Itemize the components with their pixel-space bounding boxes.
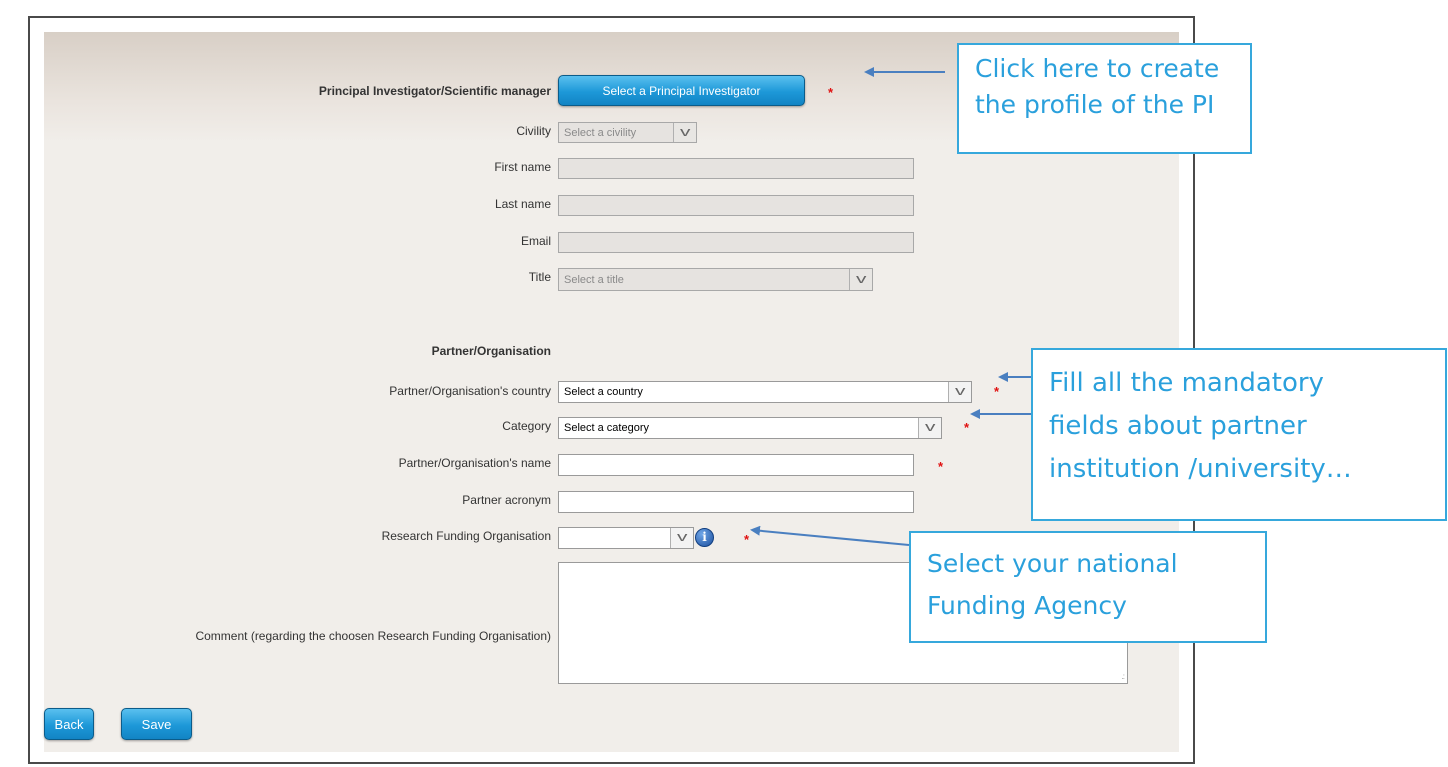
org-name-field[interactable] bbox=[558, 454, 914, 476]
callout-pi-line-2: the profile of the PI bbox=[975, 90, 1215, 119]
chevron-down-icon: v bbox=[670, 528, 693, 548]
save-button[interactable]: Save bbox=[121, 708, 192, 740]
email-field[interactable] bbox=[558, 232, 914, 253]
acronym-label: Partner acronym bbox=[462, 493, 551, 507]
email-label: Email bbox=[520, 234, 551, 248]
rfo-required-mark: * bbox=[744, 532, 750, 547]
category-value: Select a category bbox=[564, 422, 649, 434]
rfo-label: Research Funding Organisation bbox=[381, 529, 551, 543]
first-name-label: First name bbox=[494, 160, 551, 174]
comment-label: Comment (regarding the choosen Research … bbox=[195, 629, 551, 643]
country-select[interactable]: Select a country v bbox=[558, 381, 972, 403]
title-value: Select a title bbox=[564, 273, 624, 286]
chevron-down-icon: v bbox=[849, 269, 872, 290]
chevron-down-icon: v bbox=[948, 382, 971, 402]
callout-mandatory-fields: Fill all the mandatory fields about part… bbox=[1031, 348, 1447, 521]
org-name-label: Partner/Organisation's name bbox=[398, 456, 551, 470]
category-required-mark: * bbox=[964, 420, 970, 435]
pi-required-mark: * bbox=[828, 85, 834, 100]
callout-funding-line-2: Funding Agency bbox=[927, 591, 1127, 620]
resize-grip-icon[interactable]: .: bbox=[1122, 672, 1126, 681]
callout-funding-line-1: Select your national bbox=[927, 549, 1178, 578]
chevron-down-icon: v bbox=[673, 123, 696, 142]
org-name-required-mark: * bbox=[938, 459, 944, 474]
civility-label: Civility bbox=[516, 124, 551, 138]
pi-section-label: Principal Investigator/Scientific manage… bbox=[318, 84, 551, 98]
title-label: Title bbox=[528, 270, 551, 284]
partner-section-heading: Partner/Organisation bbox=[431, 344, 551, 358]
category-label: Category bbox=[502, 419, 551, 433]
country-value: Select a country bbox=[564, 386, 643, 398]
back-button[interactable]: Back bbox=[44, 708, 94, 740]
callout-mandatory-line-1: Fill all the mandatory bbox=[1049, 368, 1324, 398]
callout-funding-agency: Select your national Funding Agency bbox=[909, 531, 1267, 643]
callout-mandatory-line-3: institution /university… bbox=[1049, 454, 1352, 484]
callout-pi-line-1: Click here to create bbox=[975, 54, 1220, 83]
last-name-field[interactable] bbox=[558, 195, 914, 216]
title-select[interactable]: Select a title v bbox=[558, 268, 873, 291]
country-label: Partner/Organisation's country bbox=[389, 384, 551, 398]
civility-value: Select a civility bbox=[564, 126, 637, 139]
last-name-label: Last name bbox=[494, 197, 551, 211]
callout-mandatory-line-2: fields about partner bbox=[1049, 411, 1307, 441]
acronym-field[interactable] bbox=[558, 491, 914, 513]
category-select[interactable]: Select a category v bbox=[558, 417, 942, 439]
rfo-select[interactable]: v bbox=[558, 527, 694, 549]
chevron-down-icon: v bbox=[918, 418, 941, 438]
callout-pi-profile: Click here to create the profile of the … bbox=[957, 43, 1252, 154]
country-required-mark: * bbox=[994, 384, 1000, 399]
info-icon[interactable]: i bbox=[695, 528, 714, 547]
civility-select[interactable]: Select a civility v bbox=[558, 122, 697, 143]
select-pi-button[interactable]: Select a Principal Investigator bbox=[558, 75, 805, 106]
first-name-field[interactable] bbox=[558, 158, 914, 179]
